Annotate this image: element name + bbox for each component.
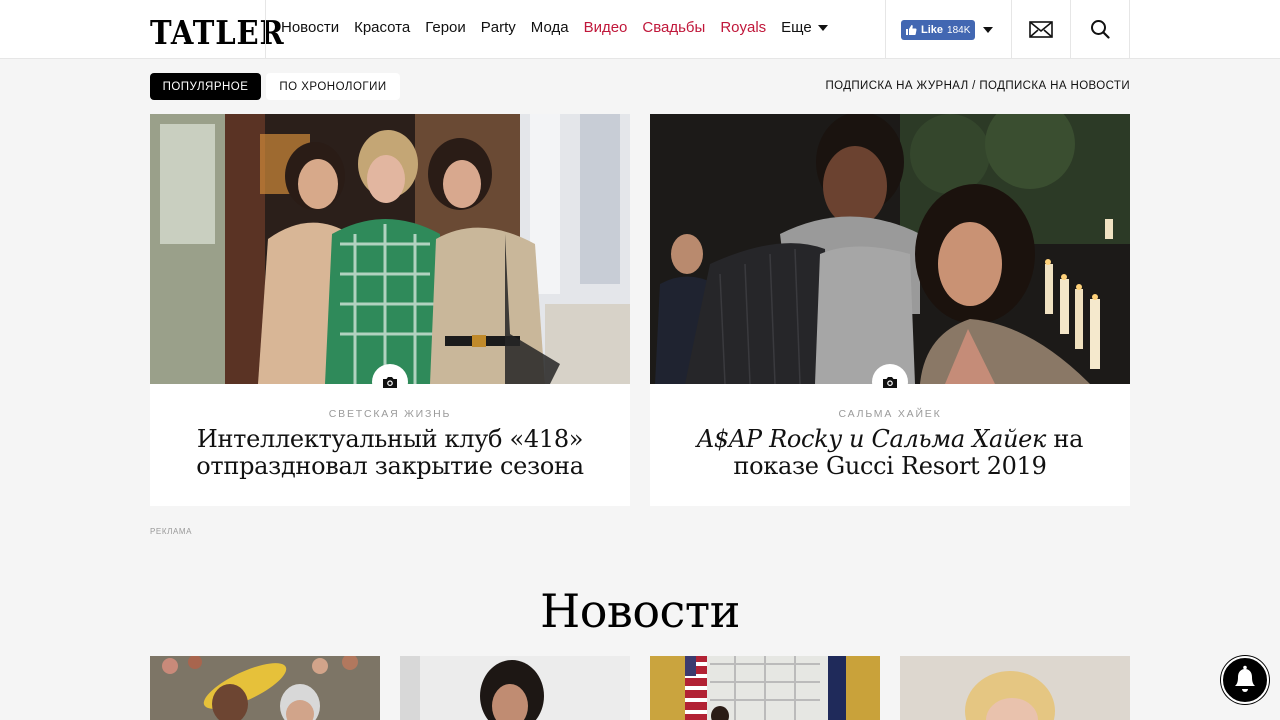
nav-item-weddings[interactable]: Свадьбы xyxy=(642,19,705,36)
nav-item-royals[interactable]: Royals xyxy=(720,19,766,36)
chevron-down-icon[interactable] xyxy=(983,27,994,33)
header-inner: TATLER Новости Красота Герои Party Мода … xyxy=(150,0,1130,58)
bell-icon xyxy=(1221,656,1269,704)
tab-chronology[interactable]: ПО ХРОНОЛОГИИ xyxy=(266,73,400,100)
nav-item-party[interactable]: Party xyxy=(481,19,516,36)
search-button[interactable] xyxy=(1071,0,1129,58)
news-tile-photo[interactable] xyxy=(400,656,630,720)
subscribe-news-link[interactable]: ПОДПИСКА НА НОВОСТИ xyxy=(979,80,1130,92)
nav-item-video[interactable]: Видео xyxy=(584,19,628,36)
camera-icon xyxy=(383,377,397,388)
notifications-button[interactable] xyxy=(1220,655,1270,705)
article-title[interactable]: Интеллектуальный клуб «418» отпраздновал… xyxy=(190,426,590,480)
news-tile-photo[interactable] xyxy=(650,656,880,720)
news-tile-photo[interactable] xyxy=(150,656,380,720)
mail-icon xyxy=(1029,20,1053,38)
nav-more-dropdown[interactable]: Еще xyxy=(781,19,828,36)
subscription-separator: / xyxy=(968,80,980,92)
thumbs-up-icon xyxy=(906,25,917,35)
facebook-like-count: 184K xyxy=(947,24,971,36)
article-title[interactable]: A$AP Rocky и Сальма Хайек на показе Gucc… xyxy=(690,426,1090,480)
search-icon xyxy=(1091,20,1110,39)
facebook-like-label: Like xyxy=(921,24,944,36)
subscription-links: ПОДПИСКА НА ЖУРНАЛ / ПОДПИСКА НА НОВОСТИ xyxy=(825,80,1130,92)
site-header: TATLER Новости Красота Герои Party Мода … xyxy=(0,0,1280,59)
article-category[interactable]: САЛЬМА ХАЙЕК xyxy=(650,408,1130,420)
divider xyxy=(1129,0,1130,58)
featured-card[interactable]: САЛЬМА ХАЙЕК A$AP Rocky и Сальма Хайек н… xyxy=(650,114,1130,506)
nav-item-heroes[interactable]: Герои xyxy=(425,19,466,36)
gallery-badge xyxy=(872,364,908,400)
featured-photo[interactable] xyxy=(150,114,630,384)
facebook-like-widget: Like 184K xyxy=(901,20,994,40)
divider xyxy=(265,0,266,58)
camera-icon xyxy=(883,377,897,388)
nav-item-beauty[interactable]: Красота xyxy=(354,19,410,36)
article-category[interactable]: СВЕТСКАЯ ЖИЗНЬ xyxy=(150,408,630,420)
news-tile-photo[interactable] xyxy=(900,656,1130,720)
nav-item-news[interactable]: Новости xyxy=(281,19,339,36)
ad-label: РЕКЛАМА xyxy=(150,527,193,536)
nav-item-fashion[interactable]: Мода xyxy=(531,19,569,36)
main-nav: Новости Красота Герои Party Мода Видео С… xyxy=(281,19,828,36)
featured-card[interactable]: СВЕТСКАЯ ЖИЗНЬ Интеллектуальный клуб «41… xyxy=(150,114,630,506)
divider xyxy=(885,0,886,58)
tab-popular[interactable]: ПОПУЛЯРНОЕ xyxy=(150,73,261,100)
article-title-italic: A$AP Rocky и Сальма Хайек xyxy=(696,425,1047,453)
nav-more-label: Еще xyxy=(781,19,812,36)
facebook-like-button[interactable]: Like 184K xyxy=(901,20,976,40)
subscribe-magazine-link[interactable]: ПОДПИСКА НА ЖУРНАЛ xyxy=(825,80,968,92)
gallery-badge xyxy=(372,364,408,400)
newsletter-button[interactable] xyxy=(1012,0,1070,58)
featured-photo[interactable] xyxy=(650,114,1130,384)
news-section-title: Новости xyxy=(540,584,740,638)
chevron-down-icon xyxy=(817,24,828,31)
